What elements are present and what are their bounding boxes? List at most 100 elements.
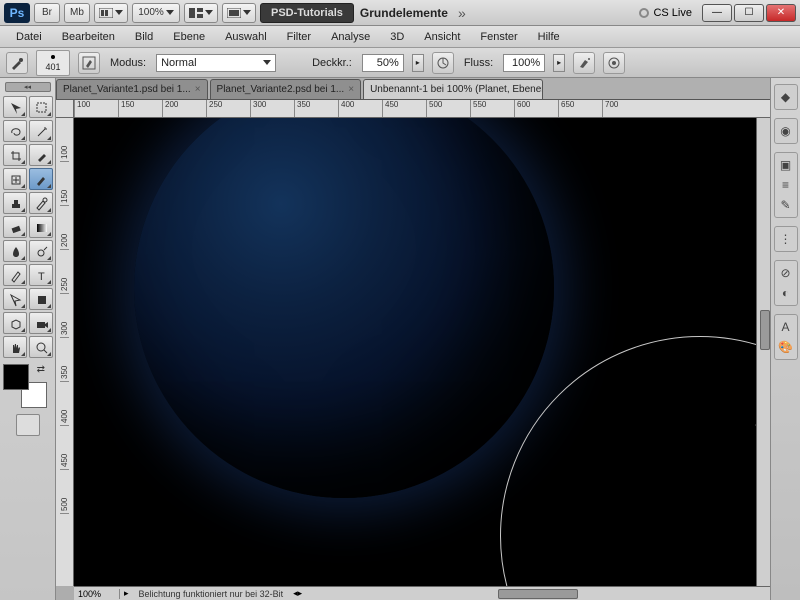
horizontal-scrollbar[interactable] <box>306 589 770 599</box>
ruler-tick: 150 <box>118 100 162 118</box>
workspace-more-icon[interactable]: » <box>454 5 470 21</box>
flow-input[interactable]: 100% <box>503 54 545 72</box>
brush-panel-toggle[interactable] <box>78 52 100 74</box>
tab-label: Planet_Variante2.psd bei 1... <box>217 84 345 95</box>
color-swatches[interactable]: ⇄ <box>3 364 47 408</box>
tool-hand[interactable] <box>3 336 27 358</box>
menu-filter[interactable]: Filter <box>277 31 321 43</box>
tool-stamp[interactable] <box>3 192 27 214</box>
tab-close-icon[interactable]: × <box>348 84 354 95</box>
right-panel-dock: ◆◉▣≡✎⋮⊘◐A🎨 <box>770 78 800 600</box>
panel-eyedropper-panel-icon[interactable]: ◐ <box>777 284 795 302</box>
ruler-origin[interactable] <box>56 100 74 118</box>
tool-pen[interactable] <box>3 264 27 286</box>
grid-icon <box>189 8 203 18</box>
tool-dodge[interactable] <box>29 240 53 262</box>
menu-3d[interactable]: 3D <box>380 31 414 43</box>
brush-preset-picker[interactable]: 401 <box>36 50 70 76</box>
tool-wand[interactable] <box>29 120 53 142</box>
brush-cursor-outline <box>500 336 770 586</box>
panel-transform-icon[interactable]: ▣ <box>777 156 795 174</box>
view-extras-button[interactable] <box>94 3 128 23</box>
panel-layers-icon[interactable]: ◆ <box>777 88 795 106</box>
bridge-button[interactable]: Br <box>34 3 60 23</box>
document-tab-2[interactable]: Unbenannt-1 bei 100% (Planet, Ebenenmask… <box>363 79 543 99</box>
screen-mode-button[interactable] <box>222 3 256 23</box>
status-arrow-icon[interactable]: ▸ <box>120 588 133 599</box>
tool-gradient[interactable] <box>29 216 53 238</box>
ruler-tick: 350 <box>294 100 338 118</box>
cs-live-button[interactable]: CS Live <box>639 7 698 19</box>
panel-group: ⊘◐ <box>774 260 798 306</box>
flow-arrow[interactable]: ▸ <box>553 54 565 72</box>
canvas[interactable]: + <box>74 118 770 586</box>
menu-bearbeiten[interactable]: Bearbeiten <box>52 31 125 43</box>
menu-datei[interactable]: Datei <box>6 31 52 43</box>
tool-shape[interactable] <box>29 288 53 310</box>
app-titlebar: Ps Br Mb 100% PSD-Tutorials Grundelement… <box>0 0 800 26</box>
menu-ansicht[interactable]: Ansicht <box>414 31 470 43</box>
panel-brush-panel-icon[interactable]: ✎ <box>777 196 795 214</box>
status-zoom[interactable]: 100% <box>74 589 120 599</box>
menu-hilfe[interactable]: Hilfe <box>528 31 570 43</box>
panel-channels-icon[interactable]: ◉ <box>777 122 795 140</box>
tool-selection[interactable] <box>29 96 53 118</box>
tool-path[interactable] <box>3 288 27 310</box>
tool-type[interactable]: T <box>29 264 53 286</box>
tool-heal[interactable] <box>3 168 27 190</box>
blend-mode-select[interactable]: Normal <box>156 54 276 72</box>
panel-prohibit-icon[interactable]: ⊘ <box>777 264 795 282</box>
panel-brush-preset-icon[interactable]: ⋮ <box>777 230 795 248</box>
current-tool-brush-icon[interactable] <box>6 52 28 74</box>
menu-analyse[interactable]: Analyse <box>321 31 380 43</box>
vertical-scrollbar[interactable] <box>756 118 770 586</box>
arrange-documents-button[interactable] <box>184 3 218 23</box>
menu-auswahl[interactable]: Auswahl <box>215 31 277 43</box>
document-tab-1[interactable]: Planet_Variante2.psd bei 1...× <box>210 79 362 99</box>
menu-bild[interactable]: Bild <box>125 31 163 43</box>
tab-label: Unbenannt-1 bei 100% (Planet, Ebenenmask… <box>370 84 543 95</box>
tool-zoom[interactable] <box>29 336 53 358</box>
tool-crop[interactable] <box>3 144 27 166</box>
panel-palette-icon[interactable]: 🎨 <box>777 338 795 356</box>
tool-blur[interactable] <box>3 240 27 262</box>
opacity-input[interactable]: 50% <box>362 54 404 72</box>
window-close-button[interactable]: ✕ <box>766 4 796 22</box>
menu-fenster[interactable]: Fenster <box>470 31 527 43</box>
tool-eyedrop[interactable] <box>29 144 53 166</box>
tablet-pressure-button[interactable] <box>603 52 625 74</box>
tool-eraser[interactable] <box>3 216 27 238</box>
tool-lasso[interactable] <box>3 120 27 142</box>
zoom-level-dropdown[interactable]: 100% <box>132 3 180 23</box>
tool-brush[interactable] <box>29 168 53 190</box>
ruler-tick: 600 <box>514 100 558 118</box>
opacity-arrow[interactable]: ▸ <box>412 54 424 72</box>
tool-move[interactable] <box>3 96 27 118</box>
vertical-ruler[interactable]: 100150200250300350400450500 <box>56 118 74 586</box>
ruler-tick: 400 <box>338 100 382 118</box>
ruler-tick: 350 <box>60 338 69 382</box>
workspace-label[interactable]: Grundelemente <box>358 6 450 20</box>
panel-arrange-icon[interactable]: ≡ <box>777 176 795 194</box>
tools-collapse-handle[interactable]: ◂◂ <box>5 82 51 92</box>
dock-resize-handle[interactable] <box>760 310 770 350</box>
airbrush-button[interactable] <box>573 52 595 74</box>
quick-mask-button[interactable] <box>16 414 40 436</box>
psd-tutorials-button[interactable]: PSD-Tutorials <box>260 3 354 23</box>
opacity-pressure-icon[interactable] <box>432 52 454 74</box>
status-arrows-icon[interactable]: ◂▸ <box>289 588 306 599</box>
menu-ebene[interactable]: Ebene <box>163 31 215 43</box>
tool-history[interactable] <box>29 192 53 214</box>
tab-close-icon[interactable]: × <box>195 84 201 95</box>
horizontal-ruler[interactable]: 100150200250300350400450500550600650700 <box>74 100 770 118</box>
foreground-color-swatch[interactable] <box>3 364 29 390</box>
tool-3dcam[interactable] <box>29 312 53 334</box>
swap-colors-icon[interactable]: ⇄ <box>37 364 45 375</box>
window-maximize-button[interactable]: ☐ <box>734 4 764 22</box>
minibridge-button[interactable]: Mb <box>64 3 90 23</box>
window-minimize-button[interactable]: — <box>702 4 732 22</box>
document-tab-0[interactable]: Planet_Variante1.psd bei 1...× <box>56 79 208 99</box>
tool-3d[interactable] <box>3 312 27 334</box>
panel-character-icon[interactable]: A <box>777 318 795 336</box>
brush-panel-icon <box>82 56 96 70</box>
